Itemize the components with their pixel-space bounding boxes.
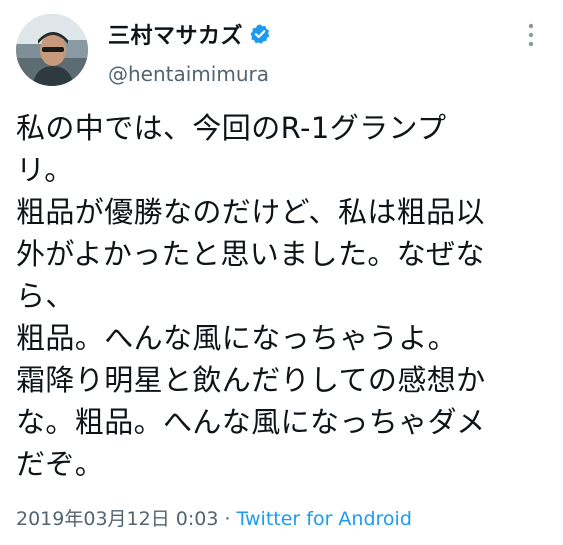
- display-name-row: 三村マサカズ: [108, 18, 271, 50]
- tweet-timestamp[interactable]: 2019年03月12日 0:03: [16, 508, 218, 530]
- tweet-text: 私の中では、今回のR-1グランプ リ。 粗品が優勝なのだけど、私は粗品以 外がよ…: [16, 107, 546, 485]
- tweet-text-line: ら、: [16, 279, 75, 313]
- tweet-source-link[interactable]: Twitter for Android: [237, 508, 412, 530]
- tweet-meta: 2019年03月12日 0:03 · Twitter for Android: [16, 504, 412, 531]
- tweet-card: 三村マサカズ @hentaimimura 私の中では、今回のR-1グランプ リ。…: [0, 0, 563, 545]
- more-options-icon[interactable]: [521, 20, 541, 50]
- username-handle[interactable]: @hentaimimura: [108, 62, 271, 86]
- meta-separator: ·: [218, 508, 237, 530]
- author-names: 三村マサカズ @hentaimimura: [108, 20, 271, 86]
- tweet-text-line: だぞ。: [16, 447, 105, 481]
- tweet-text-line: 粗品。へんな風になっちゃうよ。: [16, 321, 458, 355]
- tweet-text-line: 霜降り明星と飲んだりしての感想か: [16, 363, 486, 397]
- avatar-photo: [16, 14, 88, 86]
- avatar[interactable]: [16, 14, 88, 86]
- tweet-text-line: 外がよかったと思いました。なぜな: [16, 237, 485, 271]
- tweet-text-line: 私の中では、今回のR-1グランプ: [16, 111, 447, 145]
- tweet-text-line: 粗品が優勝なのだけど、私は粗品以: [16, 195, 485, 229]
- verified-badge-icon: [249, 23, 271, 45]
- tweet-text-line: リ。: [16, 153, 74, 187]
- tweet-header: 三村マサカズ @hentaimimura: [16, 10, 547, 86]
- tweet-text-line: な。粗品。へんな風になっちゃダメ: [16, 405, 486, 439]
- display-name[interactable]: 三村マサカズ: [108, 18, 243, 50]
